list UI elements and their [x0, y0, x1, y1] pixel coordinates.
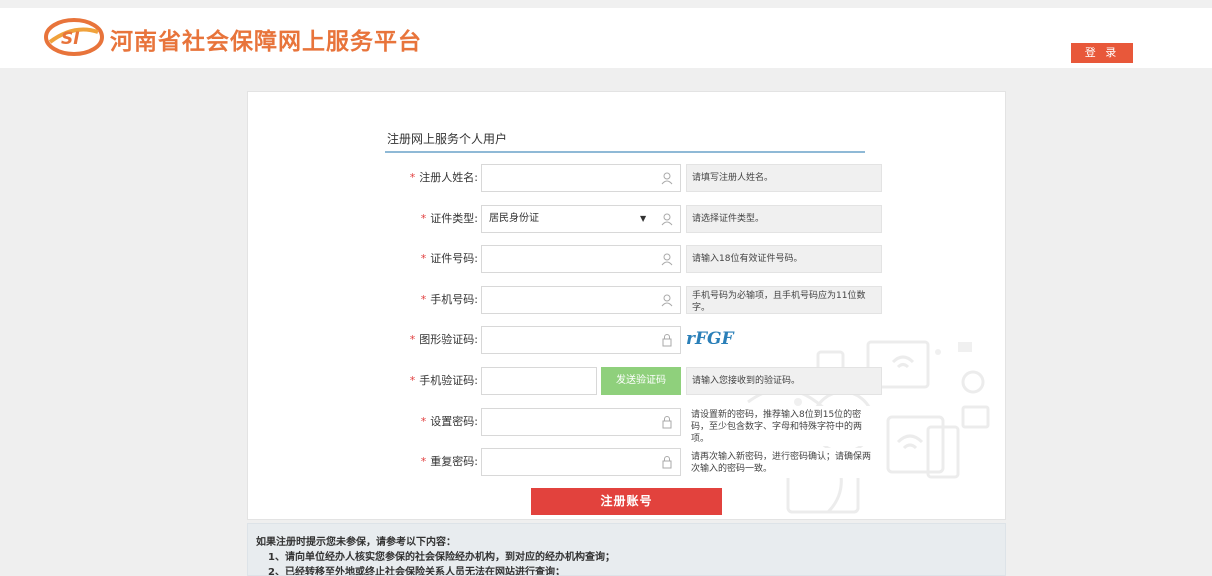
- hint-phone: 手机号码为必输项，且手机号码应为11位数字。: [686, 286, 882, 314]
- notice-item: 1、请向单位经办人核实您参保的社会保险经办机构，到对应的经办机构查询；: [268, 552, 615, 563]
- svg-text:SI: SI: [61, 29, 80, 49]
- label-password: * 设置密码:: [328, 408, 478, 436]
- hint-id-number: 请输入18位有效证件号码。: [686, 245, 882, 273]
- lock-icon: [662, 456, 672, 469]
- id-type-select[interactable]: 居民身份证 ▼: [481, 205, 681, 233]
- name-input[interactable]: [481, 164, 681, 192]
- label-id-number: * 证件号码:: [328, 245, 478, 273]
- required-star: *: [409, 333, 416, 346]
- label-text: 证件号码:: [430, 252, 478, 265]
- label-text: 重复密码:: [430, 455, 478, 468]
- captcha-input[interactable]: [481, 326, 681, 354]
- label-text: 注册人姓名:: [419, 171, 478, 184]
- lock-icon: [662, 334, 672, 347]
- label-repeat-password: * 重复密码:: [328, 448, 478, 476]
- user-icon: [661, 172, 673, 185]
- user-icon: [661, 294, 673, 307]
- label-name: * 注册人姓名:: [328, 164, 478, 192]
- form-title: 注册网上服务个人用户: [387, 132, 508, 146]
- label-text: 设置密码:: [430, 415, 478, 428]
- required-star: *: [420, 293, 427, 306]
- sms-code-input[interactable]: [481, 367, 597, 395]
- register-submit-button[interactable]: 注册账号: [531, 488, 722, 515]
- notice-intro: 如果注册时提示您未参保，请参考以下内容：: [256, 537, 456, 548]
- id-type-value: 居民身份证: [489, 213, 539, 224]
- required-star: *: [420, 415, 427, 428]
- label-text: 手机验证码:: [419, 374, 478, 387]
- login-button[interactable]: 登 录: [1071, 43, 1133, 63]
- hint-sms-code: 请输入您接收到的验证码。: [686, 367, 882, 395]
- label-text: 手机号码:: [430, 293, 478, 306]
- hint-id-type: 请选择证件类型。: [686, 205, 882, 233]
- notice-item: 2、已经转移至外地或终止社会保险关系人员无法在网站进行查询；: [268, 567, 565, 576]
- required-star: *: [420, 455, 427, 468]
- user-icon: [661, 253, 673, 266]
- label-text: 证件类型:: [430, 212, 478, 225]
- dropdown-arrow-icon: ▼: [640, 214, 647, 223]
- label-id-type: * 证件类型:: [328, 205, 478, 233]
- lock-icon: [662, 416, 672, 429]
- required-star: *: [409, 171, 416, 184]
- required-star: *: [420, 212, 427, 225]
- label-captcha: * 图形验证码:: [328, 326, 478, 354]
- user-icon: [661, 213, 673, 226]
- notice-box: 如果注册时提示您未参保，请参考以下内容： 1、请向单位经办人核实您参保的社会保险…: [247, 523, 1006, 576]
- top-strip: [0, 0, 1212, 8]
- label-phone: * 手机号码:: [328, 286, 478, 314]
- site-title: 河南省社会保障网上服务平台: [110, 29, 422, 55]
- password-input[interactable]: [481, 408, 681, 436]
- phone-input[interactable]: [481, 286, 681, 314]
- hint-repeat-password: 请再次输入新密码，进行密码确认；请确保两次输入的密码一致。: [686, 448, 882, 478]
- label-text: 图形验证码:: [419, 333, 478, 346]
- hint-name: 请填写注册人姓名。: [686, 164, 882, 192]
- send-sms-code-button[interactable]: 发送验证码: [601, 367, 681, 395]
- repeat-password-input[interactable]: [481, 448, 681, 476]
- captcha-text: rFGF: [686, 329, 736, 349]
- hint-password: 请设置新的密码，推荐输入8位到15位的密码，至少包含数字、字母和特殊字符中的两项…: [686, 406, 882, 446]
- required-star: *: [409, 374, 416, 387]
- captcha-image[interactable]: rFGF: [684, 324, 744, 352]
- id-number-input[interactable]: [481, 245, 681, 273]
- form-title-underline: [385, 151, 865, 153]
- si-logo: SI: [44, 18, 104, 56]
- registration-card: 注册网上服务个人用户 * 注册人姓名: 请填写注册人姓名。 * 证件类型: 居民…: [247, 91, 1006, 520]
- label-sms-code: * 手机验证码:: [328, 367, 478, 395]
- required-star: *: [420, 252, 427, 265]
- header: SI 河南省社会保障网上服务平台 登 录: [0, 8, 1212, 68]
